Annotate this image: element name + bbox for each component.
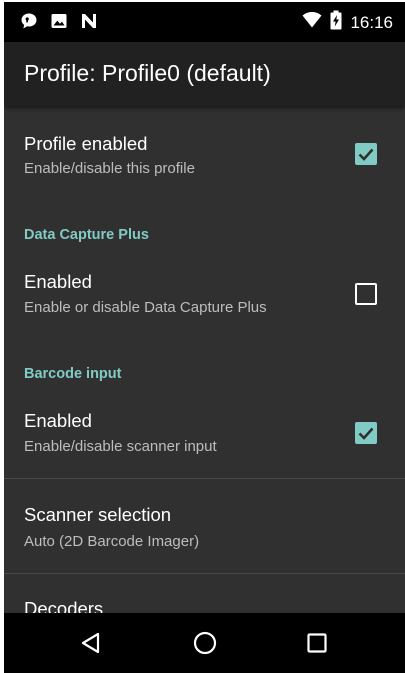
- dcp-enabled-checkbox[interactable]: [355, 283, 377, 305]
- category-data-capture-plus: Data Capture Plus: [24, 227, 149, 243]
- recents-icon: [307, 633, 327, 653]
- pref-profile-enabled-title: Profile enabled: [24, 133, 148, 154]
- preference-list: Profile enabled Enable/disable this prof…: [4, 106, 405, 613]
- pref-barcode-enabled[interactable]: Enabled Enable/disable scanner input: [4, 386, 405, 478]
- home-icon: [193, 631, 217, 655]
- app-bar: Profile: Profile0 (default): [4, 42, 405, 106]
- checkmark-icon: [358, 148, 374, 161]
- checkmark-icon: [358, 427, 374, 440]
- pref-barcode-enabled-title: Enabled: [24, 410, 92, 431]
- status-clock: 16:16: [350, 12, 393, 32]
- pref-decoders-title: Decoders: [24, 598, 104, 613]
- notification-icons: [20, 12, 98, 35]
- barcode-enabled-checkbox[interactable]: [355, 422, 377, 444]
- navigation-bar: [4, 613, 405, 673]
- home-button[interactable]: [175, 613, 235, 673]
- system-icons: 16:16: [302, 10, 393, 35]
- wifi-icon: [302, 11, 322, 34]
- back-button[interactable]: [61, 613, 121, 673]
- page-title: Profile: Profile0 (default): [24, 60, 271, 86]
- battery-icon: [330, 10, 342, 35]
- recents-button[interactable]: [287, 613, 347, 673]
- pref-dcp-enabled-summary: Enable or disable Data Capture Plus: [24, 299, 267, 316]
- pref-profile-enabled-summary: Enable/disable this profile: [24, 160, 195, 177]
- pref-scanner-selection-title: Scanner selection: [24, 504, 172, 525]
- pref-barcode-enabled-summary: Enable/disable scanner input: [24, 438, 217, 455]
- pref-profile-enabled[interactable]: Profile enabled Enable/disable this prof…: [4, 106, 405, 202]
- pref-decoders[interactable]: Decoders: [4, 574, 405, 613]
- chat-bubble-icon: [20, 12, 38, 35]
- pref-dcp-enabled[interactable]: Enabled Enable or disable Data Capture P…: [4, 246, 405, 342]
- pref-dcp-enabled-title: Enabled: [24, 271, 92, 292]
- back-icon: [81, 632, 100, 654]
- category-barcode-input: Barcode input: [24, 366, 122, 382]
- status-bar: 16:16: [4, 2, 405, 42]
- image-icon: [50, 12, 68, 35]
- pref-scanner-selection-summary: Auto (2D Barcode Imager): [24, 533, 200, 550]
- n-icon: [80, 12, 98, 35]
- screen: 16:16 Profile: Profile0 (default) Profil…: [4, 2, 405, 673]
- pref-scanner-selection[interactable]: Scanner selection Auto (2D Barcode Image…: [4, 479, 405, 573]
- profile-enabled-checkbox[interactable]: [355, 143, 377, 165]
